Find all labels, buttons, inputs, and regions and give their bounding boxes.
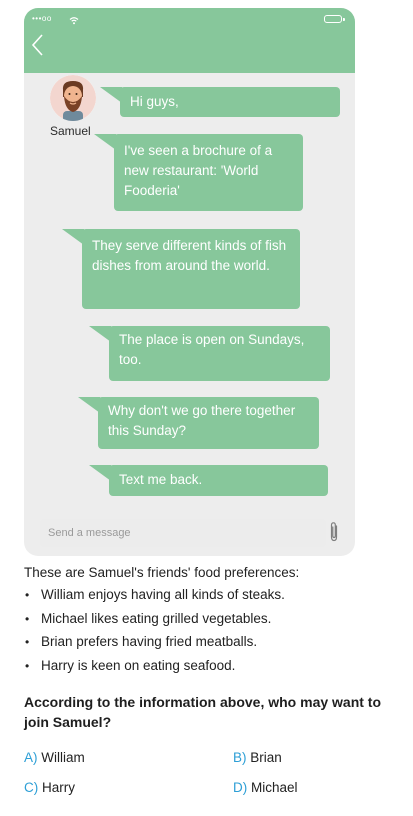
option-letter: B) bbox=[233, 750, 247, 765]
sender-name: Samuel bbox=[50, 124, 91, 138]
option-b[interactable]: B) Brian bbox=[233, 750, 282, 765]
option-text: Brian bbox=[250, 750, 282, 765]
back-button[interactable] bbox=[30, 32, 46, 58]
bubble-tail bbox=[78, 397, 100, 413]
option-c[interactable]: C) Harry bbox=[24, 780, 75, 795]
message-bubble: I've seen a brochure of a new restaurant… bbox=[94, 134, 303, 211]
option-letter: C) bbox=[24, 780, 39, 795]
option-letter: A) bbox=[24, 750, 38, 765]
message-text: Hi guys, bbox=[130, 94, 179, 109]
option-letter: D) bbox=[233, 780, 248, 795]
list-item: William enjoys having all kinds of steak… bbox=[24, 585, 285, 609]
phone-mockup: •••oo Samuel Hi guys, I've seen a brochu… bbox=[24, 8, 355, 556]
message-bubble: They serve different kinds of fish dishe… bbox=[62, 229, 300, 309]
message-text: They serve different kinds of fish dishe… bbox=[92, 238, 287, 273]
message-text: Text me back. bbox=[119, 472, 203, 487]
list-item: Harry is keen on eating seafood. bbox=[24, 656, 285, 680]
option-text: William bbox=[41, 750, 85, 765]
option-a[interactable]: A) William bbox=[24, 750, 85, 765]
option-d[interactable]: D) Michael bbox=[233, 780, 298, 795]
signal-indicator: •••oo bbox=[32, 14, 52, 23]
chat-header: •••oo bbox=[24, 8, 355, 73]
battery-icon bbox=[324, 15, 345, 23]
attach-button[interactable] bbox=[328, 521, 340, 543]
chat-area: Samuel Hi guys, I've seen a brochure of … bbox=[24, 73, 355, 509]
bubble-tail bbox=[100, 87, 122, 103]
chevron-left-icon bbox=[31, 34, 43, 56]
paperclip-icon bbox=[330, 522, 338, 542]
message-text: Why don't we go there together this Sund… bbox=[108, 403, 296, 438]
bubble-tail bbox=[89, 326, 111, 342]
preferences-list: William enjoys having all kinds of steak… bbox=[24, 585, 285, 679]
message-bubble: The place is open on Sundays, too. bbox=[89, 326, 330, 381]
option-text: Michael bbox=[251, 780, 298, 795]
message-bubble: Hi guys, bbox=[100, 87, 340, 117]
preferences-intro: These are Samuel's friends' food prefere… bbox=[24, 565, 300, 580]
message-input[interactable]: Send a message bbox=[40, 519, 326, 547]
option-text: Harry bbox=[42, 780, 76, 795]
bubble-tail bbox=[62, 229, 84, 245]
message-text: The place is open on Sundays, too. bbox=[119, 332, 305, 367]
list-item: Michael likes eating grilled vegetables. bbox=[24, 609, 285, 633]
avatar bbox=[50, 75, 96, 121]
message-bubble: Why don't we go there together this Sund… bbox=[78, 397, 319, 449]
bearded-man-avatar-icon bbox=[50, 75, 96, 121]
wifi-icon bbox=[69, 12, 79, 30]
list-item: Brian prefers having fried meatballs. bbox=[24, 632, 285, 656]
question-text: According to the information above, who … bbox=[24, 694, 382, 730]
message-text: I've seen a brochure of a new restaurant… bbox=[124, 143, 273, 198]
bubble-tail bbox=[89, 465, 111, 481]
bubble-tail bbox=[94, 134, 116, 150]
message-bubble: Text me back. bbox=[89, 465, 328, 496]
